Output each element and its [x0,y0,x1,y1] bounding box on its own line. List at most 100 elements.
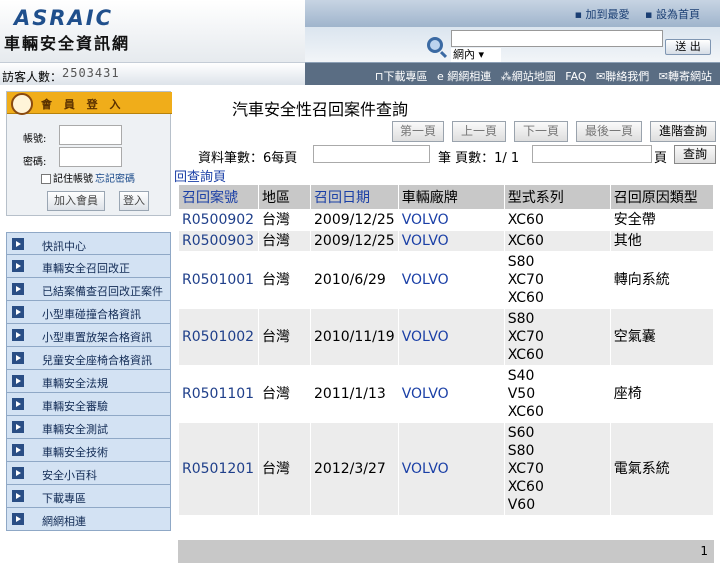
model-name: V50 [507,386,536,402]
recall-id-link[interactable]: R0501201 [178,422,259,516]
reason-cell: 空氣囊 [609,308,715,366]
login-header: 會 員 登 入 [7,92,172,115]
models-cell: XC60 [503,209,611,231]
sidebar-item-label: 車輛安全測試 [42,423,108,436]
next-page-button[interactable]: 下一頁 [514,121,568,142]
remember-account: 記住帳號 忘記密碼 [41,170,135,185]
sidebar-item[interactable]: 兒童安全座椅合格資訊 [6,347,171,370]
site-header: ASRAIC 車輛安全資訊網 ▪ 加到最愛 ▪ 設為首頁 網內 ▾ 送 出 訪客… [0,0,720,85]
model-name: XC70 [507,329,544,345]
sidebar-item[interactable]: 車輛安全召回改正 [6,255,171,278]
sidebar-item[interactable]: 網網相連 [6,508,171,531]
last-page-button[interactable]: 最後一頁 [576,121,642,142]
sidebar-item[interactable]: 已結案備查召回改正案件 [6,278,171,301]
sidebar-item[interactable]: 下載專區 [6,485,171,508]
sidebar-item-label: 兒童安全座椅合格資訊 [42,354,152,367]
brand-link[interactable]: VOLVO [397,365,505,423]
column-header-date[interactable]: 召回日期 [310,184,399,210]
advanced-search-button[interactable]: 進階查詢 [650,121,716,142]
arrow-icon [12,444,24,456]
arrow-icon [12,329,24,341]
nav-contact[interactable]: ✉聯絡我們 [596,70,649,83]
query-button[interactable]: 查詢 [674,145,716,164]
nav-bar: ⊓下載專區 e 網網相連 ⁂網站地圖 FAQ ✉聯絡我們 ✉轉寄網站 [305,62,720,85]
page-number-input[interactable] [532,145,652,163]
page-title: 汽車安全性召回案件查詢 [232,100,409,119]
first-page-button[interactable]: 第一頁 [392,121,444,142]
password-input[interactable] [59,147,122,167]
recall-results-table: 召回案號 地區 召回日期 車輛廠牌 型式系列 召回原因類型 R0500902 台灣… [178,184,715,516]
nav-links-sites[interactable]: e 網網相連 [437,70,491,83]
reason-cell: 座椅 [609,365,715,423]
arrow-icon [12,238,24,250]
region-cell: 台灣 [258,422,311,516]
sidebar-menu: 快訊中心 車輛安全召回改正 已結案備查召回改正案件 小型車碰撞合格資訊 小型車置… [6,232,171,531]
account-label: 帳號: [23,134,47,145]
model-name: S80 [507,254,535,270]
sidebar-item[interactable]: 車輛安全技術 [6,439,171,462]
add-favorite-link[interactable]: ▪ 加到最愛 [575,8,630,21]
search-scope-select[interactable]: 網內 ▾ [451,48,501,62]
date-cell: 2012/3/27 [310,422,399,516]
logo[interactable]: ASRAIC 車輛安全資訊網 [0,0,305,62]
brand-link[interactable]: VOLVO [397,251,505,309]
sidebar-item[interactable]: 小型車碰撞合格資訊 [6,301,171,324]
page-size-input[interactable] [313,145,430,163]
model-name: S60 [507,425,535,441]
sidebar-item-label: 小型車碰撞合格資訊 [42,308,141,321]
region-cell: 台灣 [258,230,311,252]
account-input[interactable] [59,125,122,145]
visitor-label: 訪客人數： [2,70,63,84]
sidebar-item[interactable]: 車輛安全法規 [6,370,171,393]
set-homepage-link[interactable]: ▪ 設為首頁 [645,8,700,21]
column-header-recall-id[interactable]: 召回案號 [178,184,259,210]
records-label: 資料筆數：6每頁 [198,151,298,166]
recall-id-link[interactable]: R0500903 [178,230,259,252]
sidebar-item-label: 車輛安全法規 [42,377,108,390]
nav-download[interactable]: ⊓下載專區 [375,70,428,83]
join-member-button[interactable]: 加入會員 [47,191,105,211]
sidebar-item[interactable]: 安全小百科 [6,462,171,485]
page-number-link[interactable]: 1 [700,544,708,558]
recall-id-link[interactable]: R0501002 [178,308,259,366]
sidebar-item[interactable]: 小型車置放架合格資訊 [6,324,171,347]
model-name: S80 [507,443,535,459]
nav-sitemap[interactable]: ⁂網站地圖 [501,70,556,83]
model-name: XC70 [507,272,544,288]
member-login-box: 會 員 登 入 帳號: 密碼: 記住帳號 忘記密碼 加入會員 登入 [6,91,172,216]
sidebar-item[interactable]: 車輛安全審驗 [6,393,171,416]
logo-text-zh: 車輛安全資訊網 [4,34,131,53]
login-button[interactable]: 登入 [119,191,149,211]
prev-page-button[interactable]: 上一頁 [452,121,506,142]
model-name: XC60 [507,479,544,495]
brand-link[interactable]: VOLVO [397,308,505,366]
back-to-query-link[interactable]: 回查詢頁 [174,166,226,185]
brand-link[interactable]: VOLVO [397,209,505,231]
recall-id-link[interactable]: R0500902 [178,209,259,231]
reason-cell: 安全帶 [609,209,715,231]
table-row: R0501002 台灣 2010/11/19 VOLVO S80 XC70 XC60 空氣囊 [178,308,715,366]
sidebar-item-label: 車輛安全審驗 [42,400,108,413]
table-footer: 1 [178,540,714,563]
search-submit-button[interactable]: 送 出 [665,39,711,55]
arrow-icon [12,375,24,387]
table-row: R0501201 台灣 2012/3/27 VOLVO S60 S80 XC70 XC60 V6… [178,422,715,516]
remember-checkbox[interactable] [41,174,51,184]
region-cell: 台灣 [258,251,311,309]
login-title: 會 員 登 入 [41,98,125,111]
recall-id-link[interactable]: R0501101 [178,365,259,423]
model-name: XC60 [507,290,544,306]
sidebar-item[interactable]: 快訊中心 [6,232,171,255]
recall-id-link[interactable]: R0501001 [178,251,259,309]
sidebar-item[interactable]: 車輛安全測試 [6,416,171,439]
forgot-password-link[interactable]: 忘記密碼 [95,174,135,185]
model-name: V60 [507,497,536,513]
pages-label: 筆 頁數：1/ 1 [438,151,520,166]
search-input[interactable] [451,30,663,47]
brand-link[interactable]: VOLVO [397,422,505,516]
nav-forward[interactable]: ✉轉寄網站 [659,70,712,83]
nav-faq[interactable]: FAQ [565,70,586,83]
region-cell: 台灣 [258,308,311,366]
password-label: 密碼: [23,157,47,168]
brand-link[interactable]: VOLVO [397,230,505,252]
